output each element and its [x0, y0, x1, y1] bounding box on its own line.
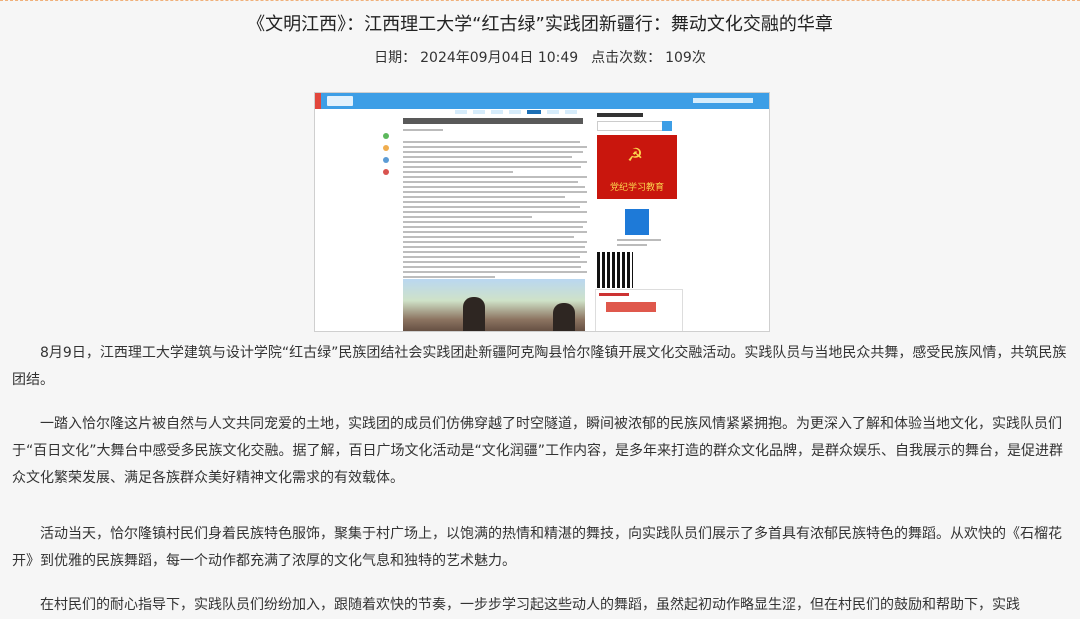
party-education-poster: ☭ 党纪学习教育: [597, 135, 677, 199]
hammer-sickle-icon: ☭: [627, 145, 644, 166]
screenshot-text-lines: [403, 141, 587, 281]
qr-code: [595, 250, 635, 290]
share-icons: [383, 133, 389, 181]
clicks-value: 109次: [665, 50, 706, 66]
date-value: 2024年09月04日 10:49: [420, 50, 579, 66]
article-paragraph: 活动当天，恰尔隆镇村民们身着民族特色服饰，聚集于村广场上，以饱满的热情和精湛的舞…: [12, 526, 1062, 569]
article-screenshot-image: ☭ 党纪学习教育: [314, 92, 770, 332]
page-title: 《文明江西》：江西理工大学“红古绿”实践团新疆行：舞动文化交融的华章: [247, 14, 833, 35]
screenshot-news-box: [595, 289, 683, 331]
article-paragraph: 一踏入恰尔隆这片被自然与人文共同宠爱的土地，实践团的成员们仿佛穿越了时空隧道，瞬…: [12, 416, 1064, 486]
screenshot-article-title: [403, 118, 583, 124]
top-divider: [0, 0, 1080, 1]
screenshot-photo: [403, 279, 585, 331]
site-logo: [327, 96, 353, 106]
screenshot-header-bar: [315, 93, 769, 114]
date-label: 日期：: [374, 50, 417, 66]
poster-text: 党纪学习教育: [609, 183, 664, 193]
screenshot-sidebar: ☭ 党纪学习教育: [595, 113, 685, 290]
article-meta: 日期： 2024年09月04日 10:49 点击次数： 109次: [0, 47, 1080, 67]
clicks-label: 点击次数：: [591, 50, 662, 66]
wenming-jiangxi-logo: [625, 209, 649, 235]
screenshot-search: [597, 121, 672, 131]
article-paragraph: 8月9日，江西理工大学建筑与设计学院“红古绿”民族团结社会实践团赴新疆阿克陶县恰…: [12, 345, 1067, 388]
